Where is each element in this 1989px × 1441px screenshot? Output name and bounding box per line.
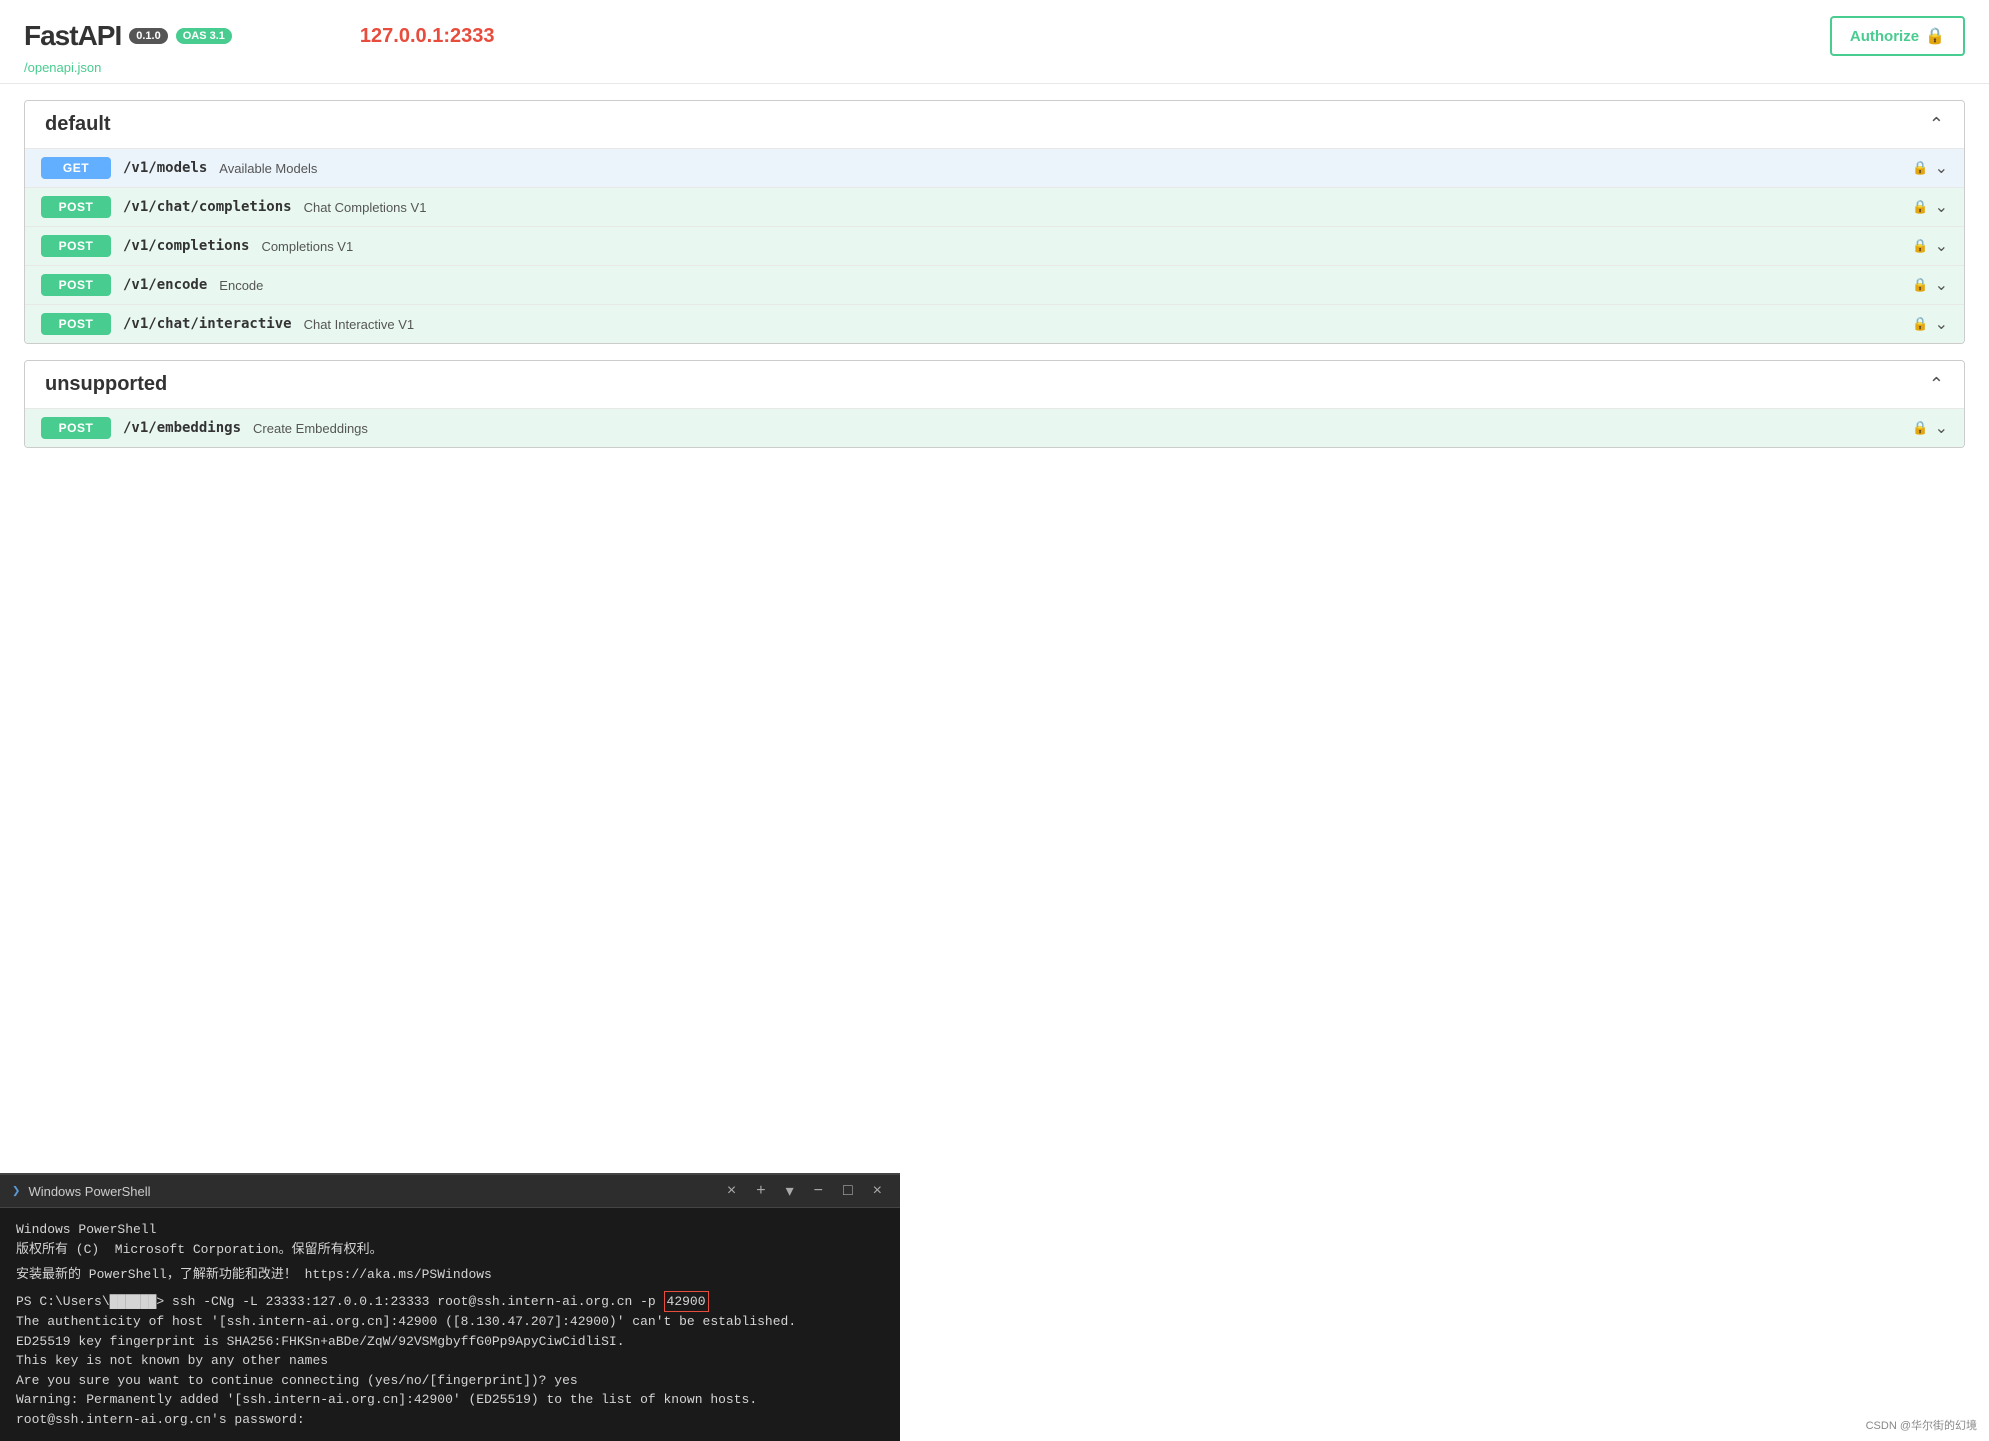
terminal-close-tab[interactable]: × xyxy=(721,1182,742,1200)
api-path: /v1/models xyxy=(123,160,207,176)
expand-icon: ⌄ xyxy=(1935,197,1948,217)
api-row-default-3[interactable]: POST /v1/encode Encode 🔒 ⌄ xyxy=(25,265,1964,304)
highlighted-port: 42900 xyxy=(664,1291,709,1313)
chevron-icon-default: ⌃ xyxy=(1929,114,1944,135)
method-badge: POST xyxy=(41,235,111,257)
api-row-left: POST /v1/embeddings Create Embeddings xyxy=(41,417,368,439)
expand-icon: ⌄ xyxy=(1935,418,1948,438)
api-row-left: POST /v1/completions Completions V1 xyxy=(41,235,353,257)
logo-text: FastAPI xyxy=(24,20,121,52)
api-desc: Chat Completions V1 xyxy=(304,200,427,215)
api-row-default-2[interactable]: POST /v1/completions Completions V1 🔒 ⌄ xyxy=(25,226,1964,265)
api-row-default-4[interactable]: POST /v1/chat/interactive Chat Interacti… xyxy=(25,304,1964,343)
terminal-line: PS C:\Users\██████> ssh -CNg -L 23333:12… xyxy=(16,1291,884,1313)
api-row-right: 🔒 ⌄ xyxy=(1912,275,1948,295)
terminal-line: Are you sure you want to continue connec… xyxy=(16,1371,884,1391)
terminal-maximize[interactable]: □ xyxy=(837,1182,859,1200)
section-header-default[interactable]: default ⌃ xyxy=(25,101,1964,148)
api-path: /v1/completions xyxy=(123,238,249,254)
openapi-link[interactable]: /openapi.json xyxy=(24,60,101,75)
terminal-dropdown[interactable]: ▾ xyxy=(780,1181,800,1201)
lock-icon: 🔒 xyxy=(1925,26,1945,46)
section-default: default ⌃ GET /v1/models Available Model… xyxy=(24,100,1965,344)
lock-icon-row: 🔒 xyxy=(1912,420,1928,436)
section-unsupported: unsupported ⌃ POST /v1/embeddings Create… xyxy=(24,360,1965,448)
section-header-unsupported[interactable]: unsupported ⌃ xyxy=(25,361,1964,408)
section-title-unsupported: unsupported xyxy=(45,373,167,396)
lock-icon-row: 🔒 xyxy=(1912,160,1928,176)
oas-badge: OAS 3.1 xyxy=(176,28,232,44)
terminal-minimize[interactable]: − xyxy=(808,1182,829,1200)
api-path: /v1/chat/completions xyxy=(123,199,292,215)
authorize-label: Authorize xyxy=(1850,28,1919,45)
api-row-default-1[interactable]: POST /v1/chat/completions Chat Completio… xyxy=(25,187,1964,226)
page-header: FastAPI 0.1.0 OAS 3.1 127.0.0.1:2333 Aut… xyxy=(0,0,1989,84)
api-row-right: 🔒 ⌄ xyxy=(1912,236,1948,256)
terminal-close[interactable]: × xyxy=(867,1182,888,1200)
expand-icon: ⌄ xyxy=(1935,158,1948,178)
api-desc: Create Embeddings xyxy=(253,421,368,436)
section-title-default: default xyxy=(45,113,111,136)
api-row-right: 🔒 ⌄ xyxy=(1912,158,1948,178)
expand-icon: ⌄ xyxy=(1935,275,1948,295)
terminal-line: ED25519 key fingerprint is SHA256:FHKSn+… xyxy=(16,1332,884,1352)
api-row-left: POST /v1/chat/interactive Chat Interacti… xyxy=(41,313,414,335)
server-url: 127.0.0.1:2333 xyxy=(360,25,495,48)
method-badge: POST xyxy=(41,313,111,335)
terminal-body: Windows PowerShell版权所有 (C) Microsoft Cor… xyxy=(0,1208,900,1441)
api-row-unsupported-0[interactable]: POST /v1/embeddings Create Embeddings 🔒 … xyxy=(25,408,1964,447)
terminal-title: Windows PowerShell xyxy=(28,1184,712,1199)
method-badge: GET xyxy=(41,157,111,179)
terminal-line: Warning: Permanently added '[ssh.intern-… xyxy=(16,1390,884,1410)
api-row-default-0[interactable]: GET /v1/models Available Models 🔒 ⌄ xyxy=(25,148,1964,187)
terminal-line: 版权所有 (C) Microsoft Corporation。保留所有权利。 xyxy=(16,1240,884,1260)
api-path: /v1/chat/interactive xyxy=(123,316,292,332)
cmd-prefix: PS C:\Users\██████> ssh -CNg -L 23333:12… xyxy=(16,1294,664,1309)
terminal-line: root@ssh.intern-ai.org.cn's password: xyxy=(16,1410,884,1430)
expand-icon: ⌄ xyxy=(1935,314,1948,334)
terminal-line: Windows PowerShell xyxy=(16,1220,884,1240)
terminal-line: 安装最新的 PowerShell，了解新功能和改进！ https://aka.m… xyxy=(16,1265,884,1285)
api-desc: Encode xyxy=(219,278,263,293)
api-path: /v1/encode xyxy=(123,277,207,293)
api-desc: Available Models xyxy=(219,161,317,176)
terminal-new-tab[interactable]: + xyxy=(750,1182,771,1200)
terminal-line: This key is not known by any other names xyxy=(16,1351,884,1371)
api-row-right: 🔒 ⌄ xyxy=(1912,418,1948,438)
watermark: CSDN @华尔街的幻境 xyxy=(1866,1417,1977,1433)
main-content: default ⌃ GET /v1/models Available Model… xyxy=(0,84,1989,480)
lock-icon-row: 🔒 xyxy=(1912,199,1928,215)
chevron-icon-unsupported: ⌃ xyxy=(1929,374,1944,395)
terminal-titlebar: ❯ Windows PowerShell × + ▾ − □ × xyxy=(0,1175,900,1208)
lock-icon-row: 🔒 xyxy=(1912,277,1928,293)
api-row-left: GET /v1/models Available Models xyxy=(41,157,317,179)
method-badge: POST xyxy=(41,196,111,218)
api-desc: Chat Interactive V1 xyxy=(304,317,415,332)
authorize-button[interactable]: Authorize 🔒 xyxy=(1830,16,1965,56)
api-path: /v1/embeddings xyxy=(123,420,241,436)
api-row-right: 🔒 ⌄ xyxy=(1912,197,1948,217)
lock-icon-row: 🔒 xyxy=(1912,316,1928,332)
sections-container: default ⌃ GET /v1/models Available Model… xyxy=(24,100,1965,448)
lock-icon-row: 🔒 xyxy=(1912,238,1928,254)
api-desc: Completions V1 xyxy=(261,239,353,254)
logo-area: FastAPI 0.1.0 OAS 3.1 127.0.0.1:2333 xyxy=(24,20,494,52)
api-row-left: POST /v1/encode Encode xyxy=(41,274,263,296)
powershell-icon: ❯ xyxy=(12,1183,20,1200)
expand-icon: ⌄ xyxy=(1935,236,1948,256)
version-badge: 0.1.0 xyxy=(129,28,167,44)
api-row-left: POST /v1/chat/completions Chat Completio… xyxy=(41,196,426,218)
terminal-window: ❯ Windows PowerShell × + ▾ − □ × Windows… xyxy=(0,1173,900,1441)
terminal-line: The authenticity of host '[ssh.intern-ai… xyxy=(16,1312,884,1332)
method-badge: POST xyxy=(41,417,111,439)
api-row-right: 🔒 ⌄ xyxy=(1912,314,1948,334)
method-badge: POST xyxy=(41,274,111,296)
